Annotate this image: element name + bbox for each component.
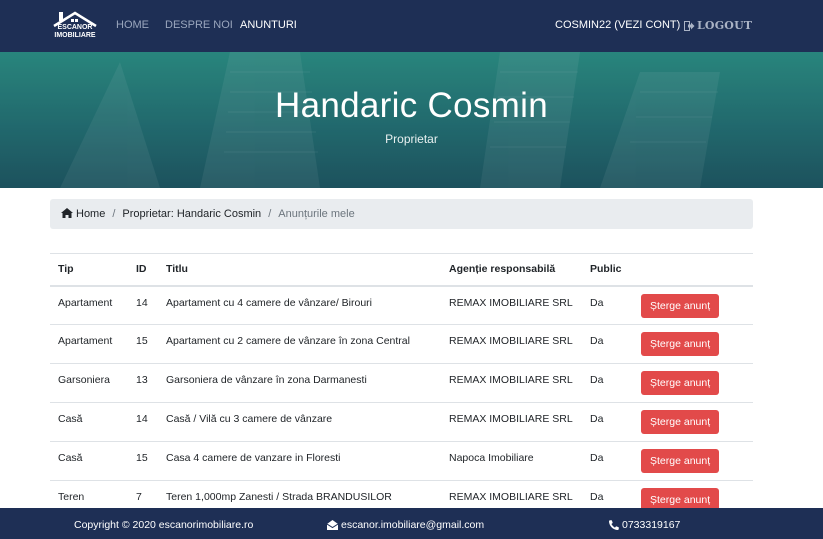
breadcrumb-separator: /: [112, 208, 116, 220]
site-logo[interactable]: ESCANOR IMOBILIARE: [50, 10, 100, 44]
page-title: Handaric Cosmin: [275, 86, 548, 125]
cell-tip: Casă: [50, 441, 128, 481]
cell-public: Da: [582, 285, 633, 325]
cell-agentie: REMAX IMOBILIARE SRL: [441, 324, 582, 364]
logout-label: LOGOUT: [697, 19, 753, 32]
cell-titlu[interactable]: Garsoniera de vânzare în zona Darmanesti: [158, 363, 441, 403]
page-subtitle: Proprietar: [385, 132, 438, 146]
cell-tip: Garsoniera: [50, 363, 128, 403]
cell-public: Da: [582, 363, 633, 403]
delete-listing-button[interactable]: Șterge anunț: [641, 332, 720, 356]
cell-agentie: Napoca Imobiliare: [441, 441, 582, 481]
footer-email[interactable]: escanor.imobiliare@gmail.com: [327, 519, 484, 531]
delete-listing-button[interactable]: Șterge anunț: [641, 449, 720, 473]
phone-icon: [609, 520, 619, 530]
envelope-open-icon: [327, 520, 338, 530]
cell-public: Da: [582, 441, 633, 481]
listings-table: Tip ID Titlu Agenție responsabilă Public…: [50, 253, 753, 520]
delete-listing-button[interactable]: Șterge anunț: [641, 410, 720, 434]
cell-agentie: REMAX IMOBILIARE SRL: [441, 402, 582, 442]
page-footer: Copyright © 2020 escanorimobiliare.ro es…: [0, 508, 823, 539]
table-row: Garsoniera 13 Garsoniera de vânzare în z…: [50, 363, 753, 403]
cell-agentie: REMAX IMOBILIARE SRL: [441, 363, 582, 403]
table-row: Casă 14 Casă / Vilă cu 3 camere de vânza…: [50, 402, 753, 442]
breadcrumb-home[interactable]: Home: [61, 208, 105, 220]
cell-id: 14: [128, 285, 158, 325]
top-navbar: ESCANOR IMOBILIARE HOME DESPRE NOI ANUNT…: [0, 0, 823, 52]
column-header-titlu: Titlu: [158, 253, 441, 287]
cell-id: 13: [128, 363, 158, 403]
cell-titlu[interactable]: Casa 4 camere de vanzare in Floresti: [158, 441, 441, 481]
column-header-agentie: Agenție responsabilă: [441, 253, 582, 287]
nav-link-despre-noi[interactable]: DESPRE NOI: [165, 19, 233, 31]
logo-line-1: ESCANOR: [57, 24, 93, 31]
delete-listing-button[interactable]: Șterge anunț: [641, 293, 720, 318]
cell-tip: Apartament: [50, 285, 128, 325]
cell-id: 15: [128, 324, 158, 364]
nav-link-home[interactable]: HOME: [116, 19, 149, 31]
account-link[interactable]: COSMIN22 (VEZI CONT): [555, 19, 680, 31]
breadcrumb-owner[interactable]: Proprietar: Handaric Cosmin: [122, 208, 261, 220]
table-row: Apartament 14 Apartament cu 4 camere de …: [50, 285, 753, 325]
footer-copyright: Copyright © 2020 escanorimobiliare.ro: [74, 519, 254, 531]
cell-titlu[interactable]: Apartament cu 4 camere de vânzare/ Birou…: [158, 285, 441, 325]
nav-link-anunturi[interactable]: ANUNTURI: [240, 19, 297, 31]
footer-phone[interactable]: 0733319167: [609, 519, 680, 531]
breadcrumb: Home / Proprietar: Handaric Cosmin / Anu…: [50, 199, 753, 229]
logout-button[interactable]: LOGOUT: [684, 19, 752, 32]
breadcrumb-current: Anunțurile mele: [278, 208, 355, 220]
footer-phone-label: 0733319167: [622, 519, 681, 531]
cell-id: 15: [128, 441, 158, 481]
cell-public: Da: [582, 324, 633, 364]
column-header-id: ID: [128, 253, 158, 287]
table-row: Apartament 15 Apartament cu 2 camere de …: [50, 324, 753, 364]
logout-icon: [684, 20, 695, 31]
column-header-public: Public: [582, 253, 633, 287]
cell-tip: Casă: [50, 402, 128, 442]
table-row: Casă 15 Casa 4 camere de vanzare in Flor…: [50, 441, 753, 481]
breadcrumb-home-label: Home: [76, 208, 106, 220]
column-header-actions: [633, 253, 753, 287]
delete-listing-button[interactable]: Șterge anunț: [641, 371, 720, 395]
cell-titlu[interactable]: Casă / Vilă cu 3 camere de vânzare: [158, 402, 441, 442]
hero-banner: Handaric Cosmin Proprietar: [0, 52, 823, 188]
cell-public: Da: [582, 402, 633, 442]
cell-agentie: REMAX IMOBILIARE SRL: [441, 285, 582, 325]
cell-tip: Apartament: [50, 324, 128, 364]
table-header-row: Tip ID Titlu Agenție responsabilă Public: [50, 253, 753, 287]
cell-titlu[interactable]: Apartament cu 2 camere de vânzare în zon…: [158, 324, 441, 364]
cell-id: 14: [128, 402, 158, 442]
footer-email-label: escanor.imobiliare@gmail.com: [341, 519, 485, 531]
column-header-tip: Tip: [50, 253, 128, 287]
breadcrumb-separator: /: [268, 208, 272, 220]
logo-line-2: IMOBILIARE: [54, 32, 96, 39]
home-icon: [61, 208, 73, 218]
